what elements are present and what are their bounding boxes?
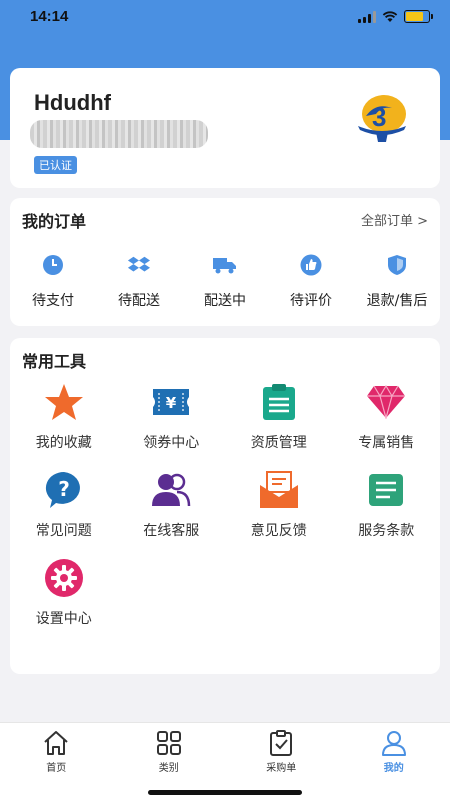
tool-label: 意见反馈: [250, 523, 307, 539]
orders-card: 我的订单 全部订单 > 待支付 待配送 配送中 待评价 退款/售后: [10, 198, 440, 326]
tool-label: 我的收藏: [35, 435, 92, 451]
status-icons: [358, 10, 433, 23]
tool-label: 服务条款: [358, 523, 415, 539]
grid-icon: [156, 731, 181, 755]
order-status-label: 待评价: [290, 293, 332, 309]
company-logo-icon: 3: [358, 95, 406, 142]
order-status-row: 待支付 待配送 配送中 待评价 退款/售后: [10, 254, 440, 310]
order-status-pending-review[interactable]: 待评价: [268, 254, 354, 310]
tab-label: 我的: [383, 763, 404, 774]
order-status-label: 退款/售后: [366, 293, 428, 309]
signal-icon: [358, 10, 376, 23]
tool-favorites[interactable]: 我的收藏: [10, 382, 118, 460]
tool-label: 设置中心: [35, 611, 92, 627]
tab-home[interactable]: 首页: [0, 723, 113, 800]
order-status-label: 配送中: [204, 293, 246, 309]
coupon-icon: ¥: [151, 382, 191, 422]
box-icon: [127, 254, 151, 276]
tool-feedback[interactable]: 意见反馈: [225, 470, 333, 548]
tool-qualification-management[interactable]: 资质管理: [225, 382, 333, 460]
tool-exclusive-sales[interactable]: 专属销售: [333, 382, 441, 460]
tools-title: 常用工具: [22, 352, 87, 371]
home-icon: [44, 731, 68, 755]
svg-text:¥: ¥: [166, 394, 177, 412]
status-time: 14:14: [30, 8, 69, 25]
tab-category[interactable]: 类别: [113, 723, 226, 800]
star-icon: [44, 382, 84, 422]
bottom-tab-bar: 首页 类别 采购单 我的: [0, 722, 450, 800]
tools-grid: 我的收藏 ¥ 领券中心 资质管理 专属销售 ? 常见问题 在线客服 意见反馈 服…: [10, 382, 440, 636]
purchase-list-icon: [270, 730, 293, 756]
user-icon: [381, 731, 406, 756]
orders-title: 我的订单: [22, 212, 87, 231]
tab-label: 首页: [46, 763, 67, 774]
svg-text:3: 3: [372, 102, 386, 132]
envelope-icon: [259, 470, 299, 510]
order-status-in-delivery[interactable]: 配送中: [182, 254, 268, 310]
verified-badge: 已认证: [34, 156, 77, 174]
document-icon: [366, 470, 406, 510]
order-status-pending-payment[interactable]: 待支付: [10, 254, 96, 310]
gear-icon: [44, 558, 84, 598]
wifi-icon: [382, 10, 398, 22]
tool-faq[interactable]: ? 常见问题: [10, 470, 118, 548]
battery-icon: [404, 10, 433, 23]
tab-mine[interactable]: 我的: [338, 723, 450, 800]
shield-icon: [385, 254, 409, 276]
blurred-phone-number: [30, 120, 208, 148]
tool-settings-center[interactable]: 设置中心: [10, 558, 118, 636]
clock-icon: [41, 254, 65, 276]
tab-label: 采购单: [266, 763, 297, 774]
thumbs-up-icon: [299, 254, 323, 276]
diamond-icon: [366, 382, 406, 422]
order-status-pending-delivery[interactable]: 待配送: [96, 254, 182, 310]
tool-label: 资质管理: [250, 435, 307, 451]
tab-purchase-list[interactable]: 采购单: [225, 723, 338, 800]
order-status-label: 待支付: [32, 293, 74, 309]
profile-card[interactable]: Hdudhf 已认证 3: [10, 68, 440, 188]
tools-card: 常用工具 我的收藏 ¥ 领券中心 资质管理 专属销售 ? 常见问题 在线客服 意…: [10, 338, 440, 674]
question-icon: ?: [44, 470, 84, 510]
clipboard-icon: [259, 382, 299, 422]
svg-text:?: ?: [58, 477, 70, 501]
order-status-label: 待配送: [118, 293, 160, 309]
home-indicator: [148, 790, 302, 795]
tool-label: 常见问题: [35, 523, 92, 539]
view-all-orders-link[interactable]: 全部订单 >: [361, 210, 428, 229]
tool-terms-of-service[interactable]: 服务条款: [333, 470, 441, 548]
tool-label: 在线客服: [143, 523, 200, 539]
tool-coupon-center[interactable]: ¥ 领券中心: [118, 382, 226, 460]
tab-label: 类别: [158, 763, 179, 774]
status-bar: 14:14: [0, 0, 450, 38]
order-status-refund[interactable]: 退款/售后: [354, 254, 440, 310]
tool-online-service[interactable]: 在线客服: [118, 470, 226, 548]
username: Hdudhf: [34, 90, 111, 115]
tool-label: 领券中心: [143, 435, 200, 451]
truck-icon: [213, 254, 237, 276]
tool-label: 专属销售: [358, 435, 415, 451]
people-icon: [151, 470, 191, 510]
